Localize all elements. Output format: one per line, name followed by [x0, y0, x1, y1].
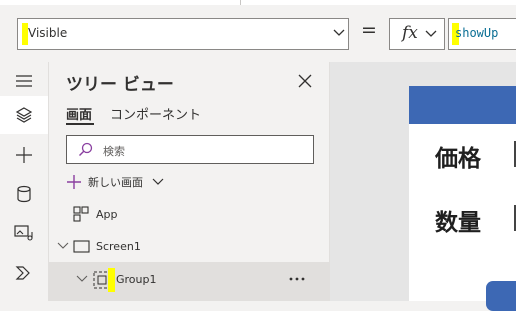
app-header-bar[interactable] [409, 86, 516, 124]
property-dropdown[interactable]: Visible [17, 18, 349, 50]
app-button[interactable] [486, 281, 516, 311]
layers-icon [15, 107, 33, 123]
formula-text: showUp [455, 26, 499, 40]
database-icon [17, 185, 31, 203]
tree-item-label: Screen1 [96, 240, 141, 253]
plus-icon [67, 175, 81, 189]
price-label[interactable]: 価格 [435, 139, 481, 173]
tree-item-group1[interactable]: Group1 [49, 262, 329, 301]
quantity-label[interactable]: 数量 [435, 203, 481, 237]
chevron-down-icon [425, 30, 437, 37]
tab-screens[interactable]: 画面 [66, 104, 92, 123]
chevron-down-icon [333, 29, 345, 36]
search-input[interactable]: 検索 [66, 135, 314, 164]
left-rail [0, 62, 49, 301]
tree-view-button[interactable] [0, 96, 48, 134]
close-button[interactable] [294, 70, 316, 92]
chevron-down-icon [152, 178, 164, 185]
search-placeholder: 検索 [103, 145, 125, 158]
data-button[interactable] [0, 175, 48, 213]
search-icon [79, 142, 93, 156]
screen-icon [73, 240, 90, 253]
tree-item-label: Group1 [116, 273, 157, 286]
hamburger-icon [16, 75, 32, 87]
menu-button[interactable] [0, 62, 48, 100]
more-options-icon[interactable] [288, 276, 306, 282]
chevron-down-icon [76, 275, 88, 282]
function-button[interactable]: fx [389, 18, 445, 50]
property-value: Visible [28, 26, 68, 40]
new-screen-button[interactable]: 新しい画面 [66, 173, 165, 191]
insert-button[interactable] [0, 136, 48, 174]
fx-icon: fx [402, 23, 418, 43]
close-icon [298, 74, 312, 88]
tree-item-app[interactable]: App [49, 199, 329, 230]
tab-components[interactable]: コンポーネント [110, 104, 201, 123]
tree-item-label: App [96, 208, 118, 221]
new-screen-label: 新しい画面 [88, 176, 143, 189]
active-tab-indicator [66, 123, 94, 125]
more-tools-button[interactable] [0, 254, 48, 292]
media-icon [14, 225, 33, 241]
tree-item-screen1[interactable]: Screen1 [49, 231, 329, 262]
chevron-down-icon [57, 242, 69, 249]
media-button[interactable] [0, 214, 48, 252]
highlight-marker [108, 268, 115, 292]
app-icon [73, 206, 89, 222]
chevron-double-icon [15, 266, 30, 280]
formula-input[interactable]: showUp [448, 18, 516, 50]
pane-title: ツリー ビュー [66, 75, 174, 95]
tree-view-pane: ツリー ビュー 画面 コンポーネント 検索 新しい画面 App Screen1 [49, 62, 330, 301]
equals-sign: = [361, 19, 377, 41]
plus-icon [16, 147, 32, 163]
